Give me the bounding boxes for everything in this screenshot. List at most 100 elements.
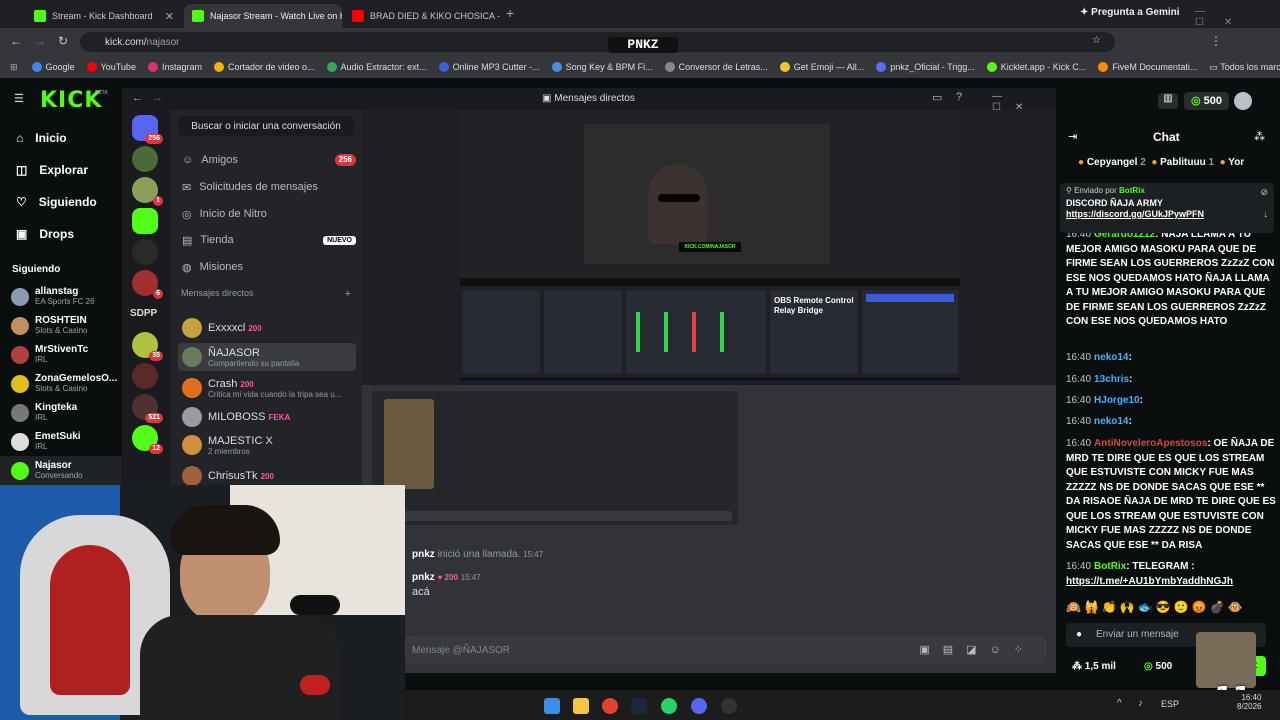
steam-icon[interactable] — [631, 698, 647, 714]
all-bookmarks[interactable]: ▭ Todos los marcadores — [1209, 62, 1280, 73]
chat-username[interactable]: neko14 — [1094, 416, 1128, 427]
server-icon[interactable] — [132, 363, 158, 389]
discord-home-icon[interactable]: 256 — [132, 115, 163, 144]
chat-username[interactable]: 13chris — [1094, 374, 1129, 385]
server-icon[interactable]: 35 — [132, 332, 163, 361]
following-channel[interactable]: ZonaGemelosO... Slots & Casino — [0, 369, 122, 398]
chat-username[interactable]: AntiNoveleroApestosos — [1094, 438, 1207, 449]
bookmark-item[interactable]: Online MP3 Cutter -... — [438, 62, 540, 72]
back-arrow-icon[interactable]: ← — [132, 92, 143, 104]
screen-share-view[interactable]: KICK.COM/NAJASOR OBS Remote Control Rela… — [460, 110, 960, 393]
discord-window-controls[interactable]: —☐✕ — [992, 91, 1056, 113]
menu-icon[interactable]: ⋮ — [1210, 34, 1222, 48]
bookmark-item[interactable]: Cortador de video o... — [213, 62, 315, 72]
chat-username[interactable]: HJorge10 — [1094, 395, 1140, 406]
server-icon[interactable]: 521 — [132, 394, 163, 423]
nav-explorar[interactable]: ◫ Explorar — [0, 154, 122, 186]
bookmark-item[interactable]: pnkz_Oficial - Trigg... — [876, 62, 975, 72]
dm-item[interactable]: Crash 200 Critica mi vida cuando la tripa… — [178, 374, 356, 402]
obs-icon[interactable] — [721, 698, 737, 714]
windows-start-icon[interactable] — [544, 698, 560, 714]
discord-icon[interactable] — [691, 698, 707, 714]
following-channel[interactable]: Kingteka IRL — [0, 398, 122, 427]
bookmark-item[interactable]: Google — [31, 62, 75, 72]
server-sdpp[interactable]: SDPP — [130, 301, 157, 327]
apps-grid-icon[interactable]: ⊞ — [10, 62, 18, 73]
image-thumbnail[interactable] — [384, 399, 434, 489]
dm-item[interactable]: ÑAJASOR Compartiendo su pantalla — [178, 343, 356, 371]
inbox-icon[interactable]: ▭ — [932, 91, 942, 104]
kick-logo[interactable]: KICK — [40, 88, 102, 113]
forward-arrow-icon[interactable]: → — [152, 92, 163, 104]
unpin-icon[interactable]: ⊘ — [1260, 187, 1268, 198]
menu-solicitudes[interactable]: ✉ Solicitudes de mensajes — [178, 175, 356, 199]
language-indicator[interactable]: ESP — [1161, 699, 1179, 709]
dm-message-input[interactable]: Mensaje @ÑAJASOR ▣▤◪☺⁘ — [404, 636, 1046, 664]
menu-tienda[interactable]: ▤ Tienda NUEVO — [178, 228, 356, 252]
gemini-button[interactable]: ✦ Pregunta a Gemini — [1080, 7, 1180, 18]
bookmark-item[interactable]: Get Emoji — All... — [779, 62, 864, 72]
forward-icon[interactable]: → — [34, 34, 46, 48]
bookmark-item[interactable]: Audio Extractor: ext... — [326, 62, 427, 72]
bookmark-item[interactable]: Kicklet.app - Kick C... — [986, 62, 1086, 72]
dm-item[interactable]: MILOBOSS FEKA — [178, 403, 356, 431]
chat-link[interactable]: https://t.me/+AU1bYmbYaddhNGJh — [1066, 576, 1233, 587]
bookmark-item[interactable]: Song Key & BPM Fi... — [551, 62, 653, 72]
following-channel[interactable]: Najasor Conversando — [0, 456, 122, 485]
menu-amigos[interactable]: ☺ Amigos 256 — [178, 148, 356, 172]
server-icon[interactable]: 6 — [132, 270, 163, 299]
new-dm-plus-icon[interactable]: + — [345, 288, 351, 300]
pinned-link[interactable]: https://discord.gg/GUkJPywPFN — [1060, 208, 1274, 220]
nav-drops[interactable]: ▣ Drops — [0, 218, 122, 250]
expand-pin-icon[interactable]: ↓ — [1264, 209, 1269, 219]
address-bar[interactable]: kick.com/najasor ☆ — [80, 32, 1115, 52]
obs-sources-panel — [544, 290, 622, 374]
reload-icon[interactable]: ↻ — [58, 34, 68, 48]
server-icon[interactable] — [132, 239, 158, 265]
chrome-icon[interactable] — [602, 698, 618, 714]
window-controls[interactable]: —☐✕ — [1195, 6, 1280, 28]
server-icon[interactable] — [132, 146, 158, 172]
tab-youtube[interactable]: BRAD DIED & KIKO CHOSICA - YouTube✕ — [344, 4, 500, 28]
help-icon[interactable]: ? — [956, 91, 962, 103]
file-explorer-icon[interactable] — [573, 698, 589, 714]
bookmark-item[interactable]: Conversor de Letras... — [664, 62, 768, 72]
chat-username[interactable]: neko14 — [1094, 352, 1128, 363]
hamburger-menu-icon[interactable]: ☰ — [14, 92, 24, 105]
dashboard-icon[interactable]: ▥ — [1158, 93, 1178, 109]
kick-server-icon[interactable] — [132, 208, 158, 234]
close-tab-icon[interactable]: ✕ — [165, 10, 174, 23]
back-icon[interactable]: ← — [10, 34, 22, 48]
chat-username[interactable]: BotRix — [1094, 561, 1126, 572]
bookmark-item[interactable]: FiveM Documentati... — [1098, 62, 1197, 72]
menu-misiones[interactable]: ◍ Misiones — [178, 255, 356, 279]
menu-nitro[interactable]: ◎ Inicio de Nitro — [178, 202, 356, 226]
dm-search-input[interactable]: Buscar o iniciar una conversación — [178, 116, 354, 136]
emote-bar[interactable]: 🙉🙀👏🙌🐟😎🙂😡💣🐵 — [1066, 600, 1266, 618]
following-channel[interactable]: EmetSuki IRL — [0, 427, 122, 456]
tab-kick-dashboard[interactable]: Stream - Kick Dashboard ✕ — [26, 4, 182, 28]
dm-item[interactable]: MAJESTIC X2 miembros — [178, 431, 356, 459]
composer-icons[interactable]: ▣▤◪☺⁘ — [919, 643, 1036, 656]
following-channel[interactable]: ROSHTEIN Slots & Casino — [0, 311, 122, 340]
user-avatar[interactable] — [1234, 92, 1252, 110]
clock[interactable]: 16:40 8/2026 — [1237, 693, 1261, 711]
collapse-chat-icon[interactable]: ⇥ — [1068, 130, 1077, 143]
nav-inicio[interactable]: ⌂ Inicio — [0, 122, 122, 154]
kick-coins-balance[interactable]: ◎ 500 — [1184, 92, 1230, 110]
bookmark-star-icon[interactable]: ☆ — [1092, 35, 1101, 46]
nav-siguiendo[interactable]: ♡ Siguiendo — [0, 186, 122, 218]
bookmark-item[interactable]: Instagram — [147, 62, 202, 72]
chat-users-icon[interactable]: ⁂ — [1254, 130, 1265, 143]
server-icon[interactable]: 12 — [132, 425, 163, 454]
mic-icon[interactable]: ♪ — [1138, 698, 1143, 709]
tab-najasor-stream[interactable]: Najasor Stream - Watch Live on Kick✕ — [184, 4, 342, 28]
dm-item[interactable]: Exxxxcl 200 — [178, 314, 356, 342]
following-channel[interactable]: MrStivenTc IRL — [0, 340, 122, 369]
server-icon[interactable]: 1 — [132, 177, 163, 206]
tray-chevron-icon[interactable]: ^ — [1117, 698, 1122, 709]
bookmark-item[interactable]: YouTube — [86, 62, 136, 72]
following-channel[interactable]: allanstag EA Sports FC 26 — [0, 282, 122, 311]
whatsapp-icon[interactable] — [661, 698, 677, 714]
new-tab-icon[interactable]: + — [506, 5, 514, 21]
